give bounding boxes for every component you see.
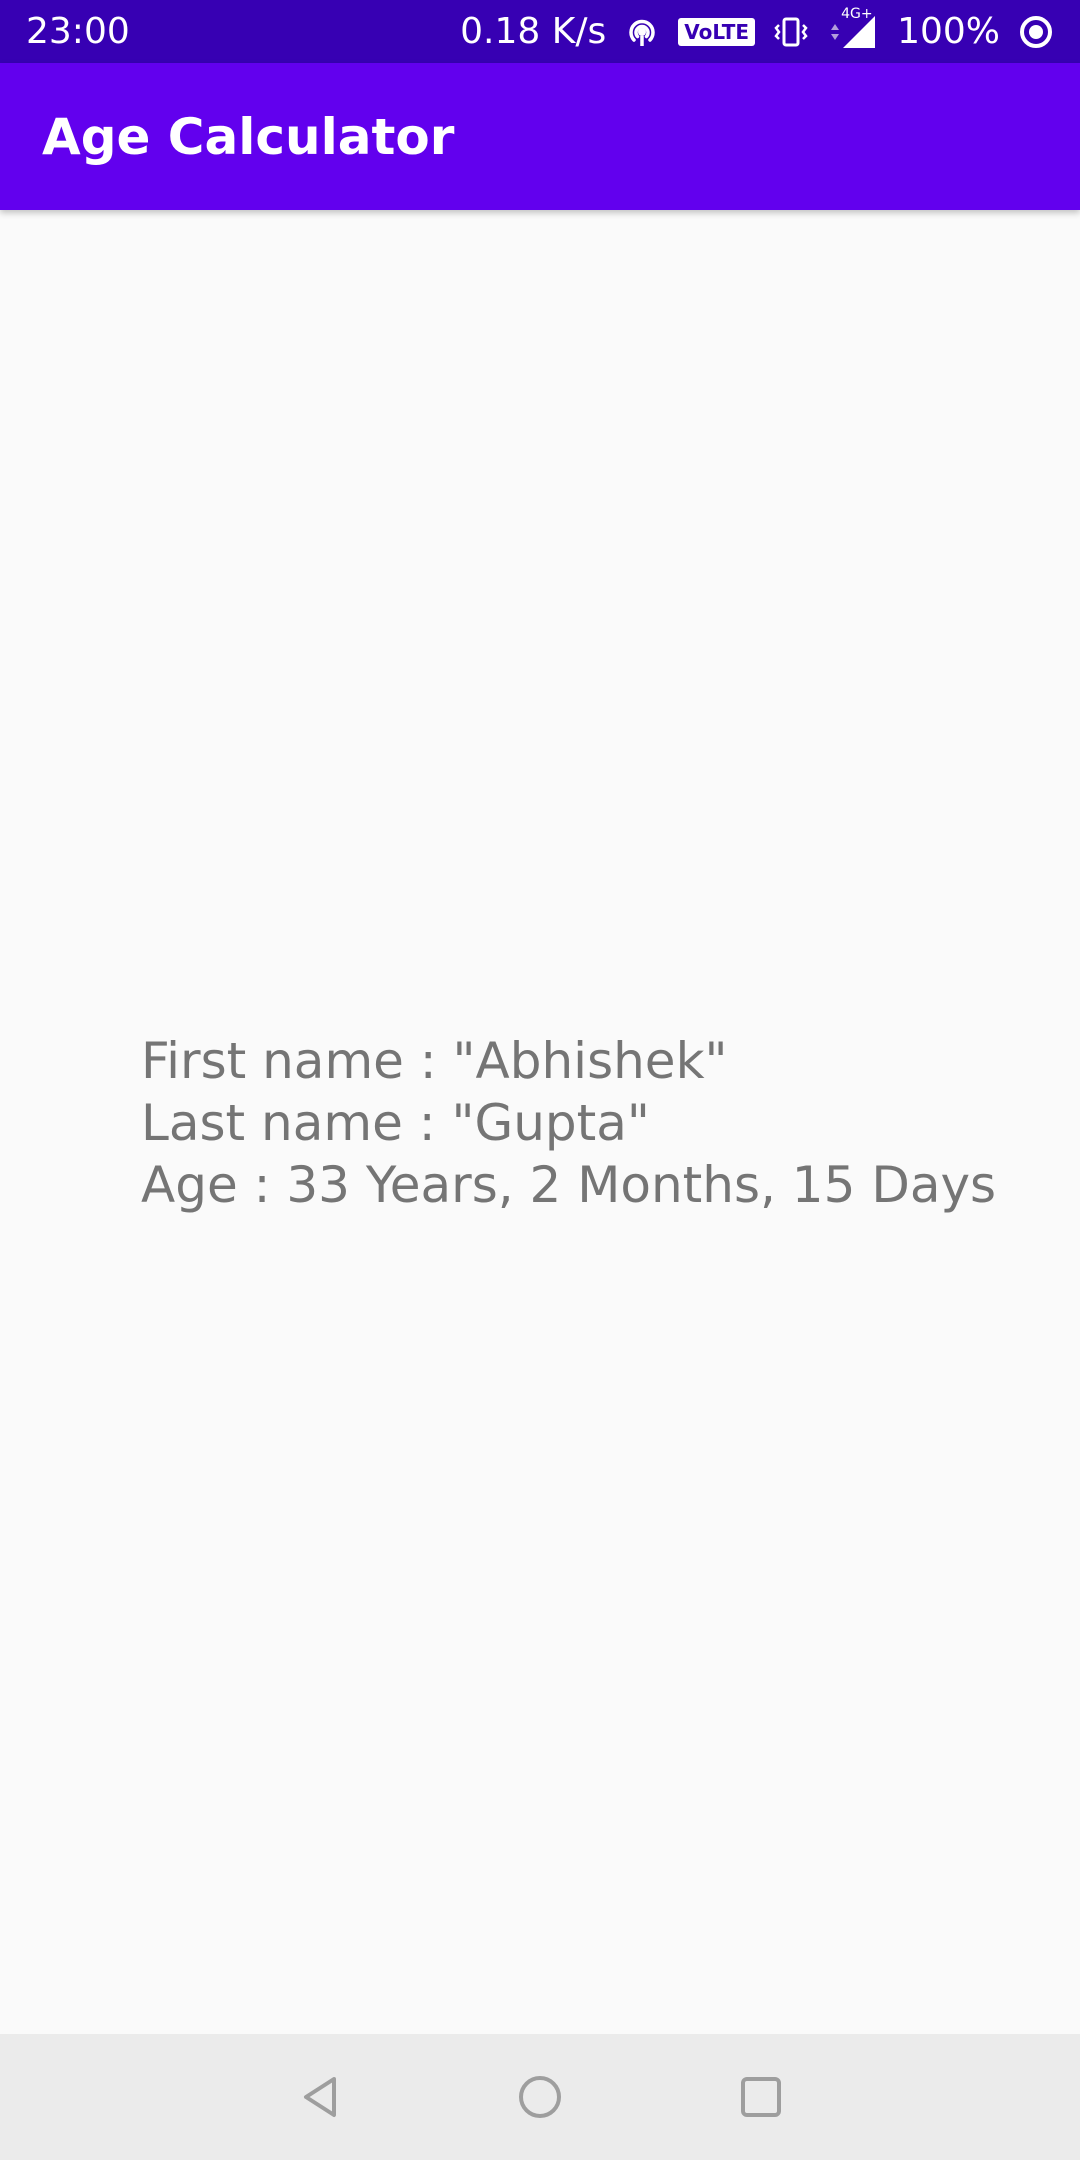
network-type-label: 4G+: [841, 5, 873, 22]
last-name-line: Last name : "Gupta": [141, 1094, 650, 1152]
status-bar: 23:00 0.18 K/s VoLTE 4G+ 100%: [0, 0, 1080, 63]
recents-icon: [741, 2077, 781, 2117]
status-time: 23:00: [26, 11, 130, 52]
vibrate-icon: [773, 14, 809, 50]
network-speed: 0.18 K/s: [460, 11, 607, 52]
result-text: First name : "Abhishek" Last name : "Gup…: [141, 1030, 996, 1216]
recents-button[interactable]: [706, 2034, 816, 2160]
back-button[interactable]: [265, 2034, 375, 2160]
home-icon: [519, 2076, 561, 2118]
status-icons: 0.18 K/s VoLTE 4G+ 100%: [460, 6, 1054, 52]
battery-percent: 100%: [897, 11, 1000, 52]
app-bar: Age Calculator: [0, 63, 1080, 210]
home-button[interactable]: [485, 2034, 595, 2160]
app-title: Age Calculator: [42, 107, 455, 166]
back-icon: [304, 2077, 336, 2117]
signal-icon: 4G+: [827, 6, 879, 52]
age-line: Age : 33 Years, 2 Months, 15 Days: [141, 1156, 997, 1214]
battery-icon: [1018, 14, 1054, 50]
volte-icon: VoLTE: [678, 17, 756, 46]
first-name-line: First name : "Abhishek": [141, 1032, 728, 1090]
navigation-bar: [0, 2034, 1080, 2160]
content-area: First name : "Abhishek" Last name : "Gup…: [0, 210, 1080, 2034]
hotspot-icon: [624, 14, 660, 50]
screen: 23:00 0.18 K/s VoLTE 4G+ 100% Age Calcul…: [0, 0, 1080, 2160]
